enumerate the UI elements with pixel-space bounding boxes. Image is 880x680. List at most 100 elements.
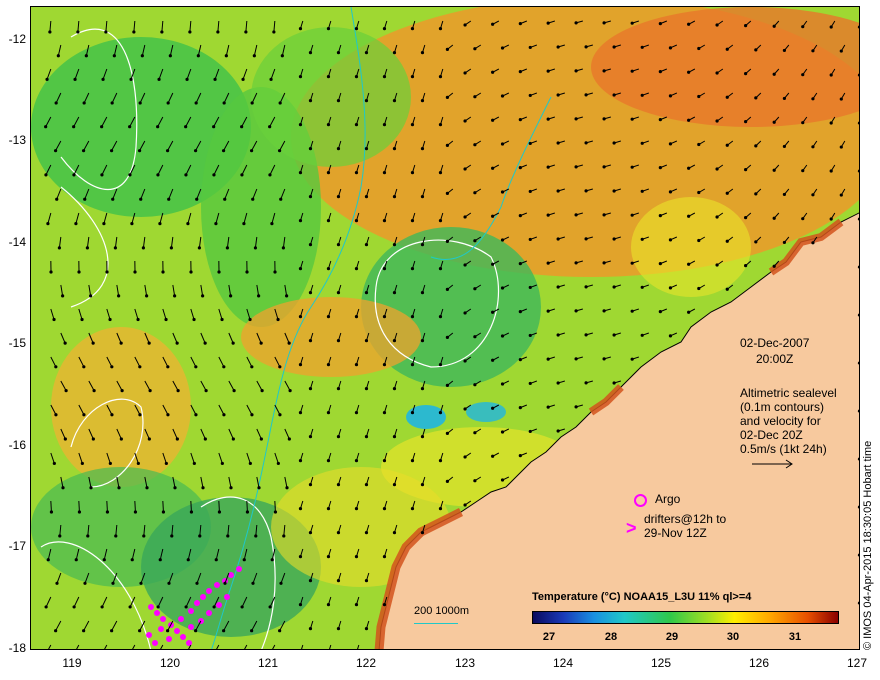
velocity-arrow-head: [584, 237, 588, 241]
velocity-arrow-head: [120, 389, 124, 393]
altimetry-note: Altimetric sealevel (0.1m contours) and …: [740, 386, 837, 456]
velocity-arrow-head: [270, 222, 274, 226]
velocity-arrow-head: [518, 406, 522, 410]
velocity-arrow-head: [248, 461, 252, 466]
velocity-arrow-head: [744, 120, 748, 124]
velocity-arrow-head: [173, 294, 177, 298]
velocity-arrow-head: [257, 486, 261, 490]
velocity-arrow-head: [189, 270, 193, 274]
velocity-arrow-head: [74, 222, 78, 226]
velocity-arrow-head: [308, 579, 313, 583]
velocity-arrow-head: [668, 190, 673, 194]
velocity-arrow-head: [166, 101, 170, 105]
velocity-arrow-head: [217, 510, 222, 514]
velocity-arrow-head: [584, 45, 588, 49]
velocity-arrow-head: [382, 171, 387, 175]
velocity-arrow-head: [195, 581, 199, 585]
velocity-arrow-head: [197, 246, 201, 250]
velocity-arrow-head: [382, 27, 387, 31]
velocity-arrow-head: [556, 237, 560, 241]
velocity-arrow-head: [528, 429, 532, 434]
velocity-arrow-head: [668, 94, 673, 98]
velocity-arrow-head: [410, 363, 415, 367]
velocity-arrow-head: [308, 99, 313, 103]
velocity-arrow-head: [194, 629, 198, 633]
velocity-arrow-head: [48, 30, 52, 34]
velocity-arrow-head: [281, 246, 285, 250]
velocity-arrow-head: [473, 287, 477, 291]
velocity-arrow-head: [308, 195, 313, 199]
velocity-arrow-head: [556, 45, 560, 49]
velocity-arrow-head: [744, 216, 748, 220]
velocity-arrow-head: [602, 117, 606, 121]
velocity-arrow-head: [196, 54, 200, 58]
velocity-arrow-head: [772, 24, 776, 28]
velocity-arrow-head: [500, 478, 505, 482]
velocity-arrow-head: [212, 125, 216, 129]
velocity-arrow-head: [139, 581, 143, 585]
velocity-arrow-head: [438, 459, 443, 463]
velocity-arrow: [858, 266, 859, 267]
velocity-arrow-head: [276, 317, 280, 322]
velocity-arrow-head: [382, 363, 387, 367]
velocity-arrow-head: [574, 165, 578, 169]
velocity-arrow: [274, 500, 276, 513]
velocity-arrow-head: [46, 558, 50, 562]
velocity-arrow-head: [222, 101, 226, 105]
velocity-arrow-head: [156, 173, 160, 177]
lon-tick: 120: [159, 656, 181, 670]
map-panel[interactable]: [30, 6, 860, 650]
velocity-arrow-head: [193, 149, 198, 153]
velocity-arrow-head: [392, 435, 397, 439]
velocity-arrow-head: [382, 75, 387, 79]
velocity-arrow-head: [364, 627, 369, 631]
drifter-point: [160, 616, 166, 622]
velocity-arrow-head: [392, 483, 397, 487]
velocity-arrow-head: [438, 507, 443, 511]
velocity-arrow-head: [82, 413, 86, 417]
velocity-arrow-head: [574, 405, 578, 409]
velocity-arrow-head: [630, 69, 634, 73]
velocity-arrow-head: [169, 246, 173, 250]
velocity-arrow-head: [52, 461, 56, 466]
velocity-arrow-head: [44, 173, 48, 177]
velocity-arrow-head: [250, 629, 254, 633]
lon-tick: 119: [62, 656, 82, 670]
velocity-arrow-head: [298, 363, 303, 367]
velocity-arrow-head: [438, 75, 443, 79]
velocity-arrow-head: [839, 193, 843, 197]
velocity-arrow-head: [188, 30, 192, 34]
velocity-arrow-head: [244, 30, 248, 34]
velocity-arrow-head: [130, 558, 134, 562]
velocity-arrow-head: [232, 389, 236, 393]
velocity-arrow-head: [602, 21, 606, 25]
velocity-arrow-head: [326, 507, 331, 511]
velocity-arrow-head: [420, 387, 425, 391]
velocity-arrow-head: [136, 317, 140, 322]
velocity-arrow-head: [80, 461, 84, 466]
velocity-arrow-head: [410, 171, 415, 175]
velocity-arrow-head: [336, 243, 341, 247]
lat-tick: -16: [8, 438, 26, 452]
velocity-arrow-head: [156, 605, 160, 609]
velocity-arrow-head: [308, 483, 313, 487]
velocity-arrow-head: [336, 99, 341, 103]
velocity-arrow-head: [518, 262, 522, 266]
velocity-arrow-head: [72, 125, 76, 129]
velocity-arrow-head: [142, 534, 146, 538]
velocity-arrow-head: [61, 294, 65, 298]
velocity-arrow-head: [546, 309, 550, 313]
velocity-arrow-head: [697, 142, 701, 147]
velocity-arrow-head: [687, 262, 691, 266]
velocity-arrow-head: [308, 435, 313, 439]
velocity-arrow-head: [259, 437, 263, 441]
drifter-point: [194, 600, 200, 606]
velocity-arrow-head: [725, 191, 729, 195]
velocity-arrow-head: [102, 558, 106, 562]
velocity-arrow-head: [189, 510, 194, 514]
velocity-arrow: [858, 218, 859, 219]
velocity-arrow-head: [410, 315, 415, 319]
velocity-arrow-head: [658, 70, 662, 74]
velocity-arrow-head: [382, 459, 387, 463]
velocity-arrow-head: [273, 270, 277, 274]
